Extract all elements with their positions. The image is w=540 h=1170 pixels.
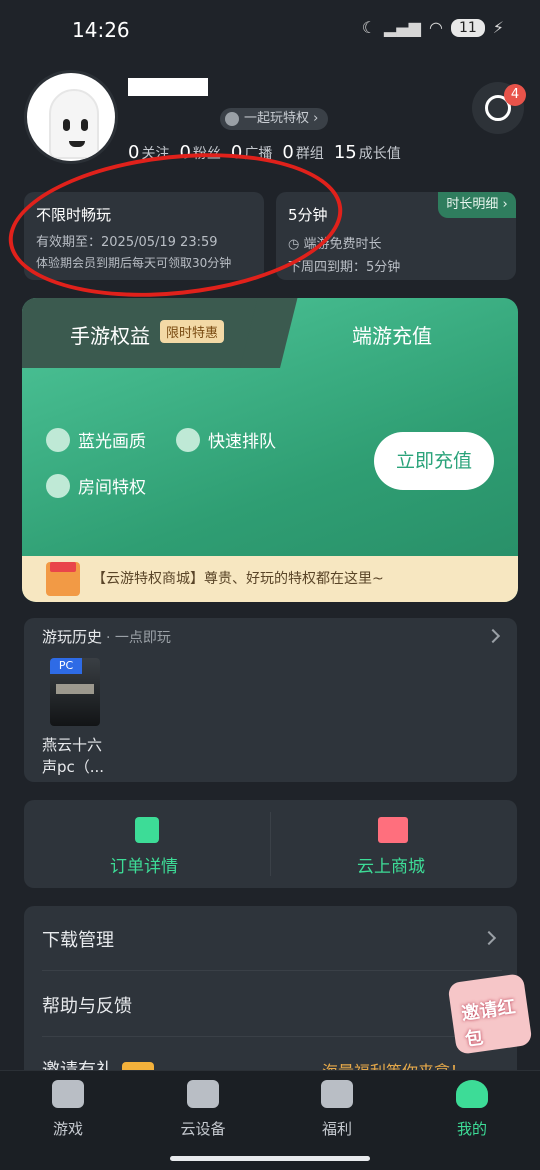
nav-cloud-device[interactable]: 云设备 [163, 1080, 243, 1139]
charging-icon: ⚡ [492, 18, 504, 37]
lightning-icon [176, 427, 200, 452]
nav-me[interactable]: 我的 [432, 1080, 512, 1139]
gift-icon [321, 1080, 353, 1108]
nav-welfare[interactable]: 福利 [297, 1080, 377, 1139]
pc-badge: PC [50, 658, 82, 674]
shop-icon [46, 562, 80, 596]
user-icon [456, 1080, 488, 1108]
crown-icon [46, 427, 70, 452]
message-badge: 4 [504, 84, 526, 106]
free-time-expiry: 下周四到期：5分钟 [288, 260, 401, 275]
history-title: 游玩历史 [42, 628, 103, 646]
game-thumbnail[interactable]: PC [50, 658, 100, 726]
gamepad-icon [52, 1080, 84, 1108]
invite-redpack-float[interactable]: 邀请红包 [447, 973, 533, 1055]
ghost-avatar-icon [49, 89, 99, 159]
signal-icon: ▂▄▆ [384, 18, 421, 37]
feature-fast-queue: 快速排队 [176, 427, 276, 452]
history-subtitle: · 一点即玩 [106, 630, 171, 646]
banner-text: 【云游特权商城】尊贵、好玩的特权都在这里~ [92, 571, 384, 587]
battery-icon: 11 [450, 18, 485, 37]
privilege-icon [225, 112, 239, 126]
gift-icon [378, 817, 408, 843]
download-management-item[interactable]: 下载管理 [42, 926, 114, 952]
feature-room: 房间特权 [46, 473, 146, 498]
tab-mobile-label: 手游权益 [70, 324, 150, 348]
recharge-button[interactable]: 立即充值 [374, 432, 494, 490]
game-name[interactable]: 燕云十六声pc（... [42, 734, 114, 778]
avatar[interactable] [24, 70, 118, 164]
home-indicator [170, 1156, 370, 1161]
moon-icon: ☾ [361, 18, 377, 37]
limited-offer-tag: 限时特惠 [160, 320, 225, 343]
feature-bluray: 蓝光画质 [46, 427, 146, 452]
privilege-tag[interactable]: 一起玩特权 › [220, 108, 329, 130]
cloud-device-icon [187, 1080, 219, 1108]
help-feedback-item[interactable]: 帮助与反馈 [42, 992, 132, 1018]
cloud-mall-button[interactable]: 云上商城 [357, 852, 425, 877]
privilege-tag-label: 一起玩特权 [244, 111, 310, 126]
wifi-icon: ◠ [428, 18, 443, 37]
tab-pc-recharge[interactable]: 端游充值 [352, 320, 432, 349]
stat-groups[interactable]: 0 群组 [282, 142, 323, 163]
nav-games[interactable]: 游戏 [28, 1080, 108, 1139]
stat-growth[interactable]: 15 成长值 [334, 142, 401, 163]
red-annotation-circle [1, 137, 350, 313]
username-redacted [128, 78, 208, 96]
time-detail-link[interactable]: 时长明细 › [438, 192, 516, 218]
heart-icon [46, 473, 70, 498]
status-time: 14:26 [72, 18, 130, 42]
status-icons: ☾ ▂▄▆ ◠ 11 ⚡ [362, 18, 504, 37]
order-details-button[interactable]: 订单详情 [110, 852, 178, 877]
order-icon [135, 817, 159, 843]
